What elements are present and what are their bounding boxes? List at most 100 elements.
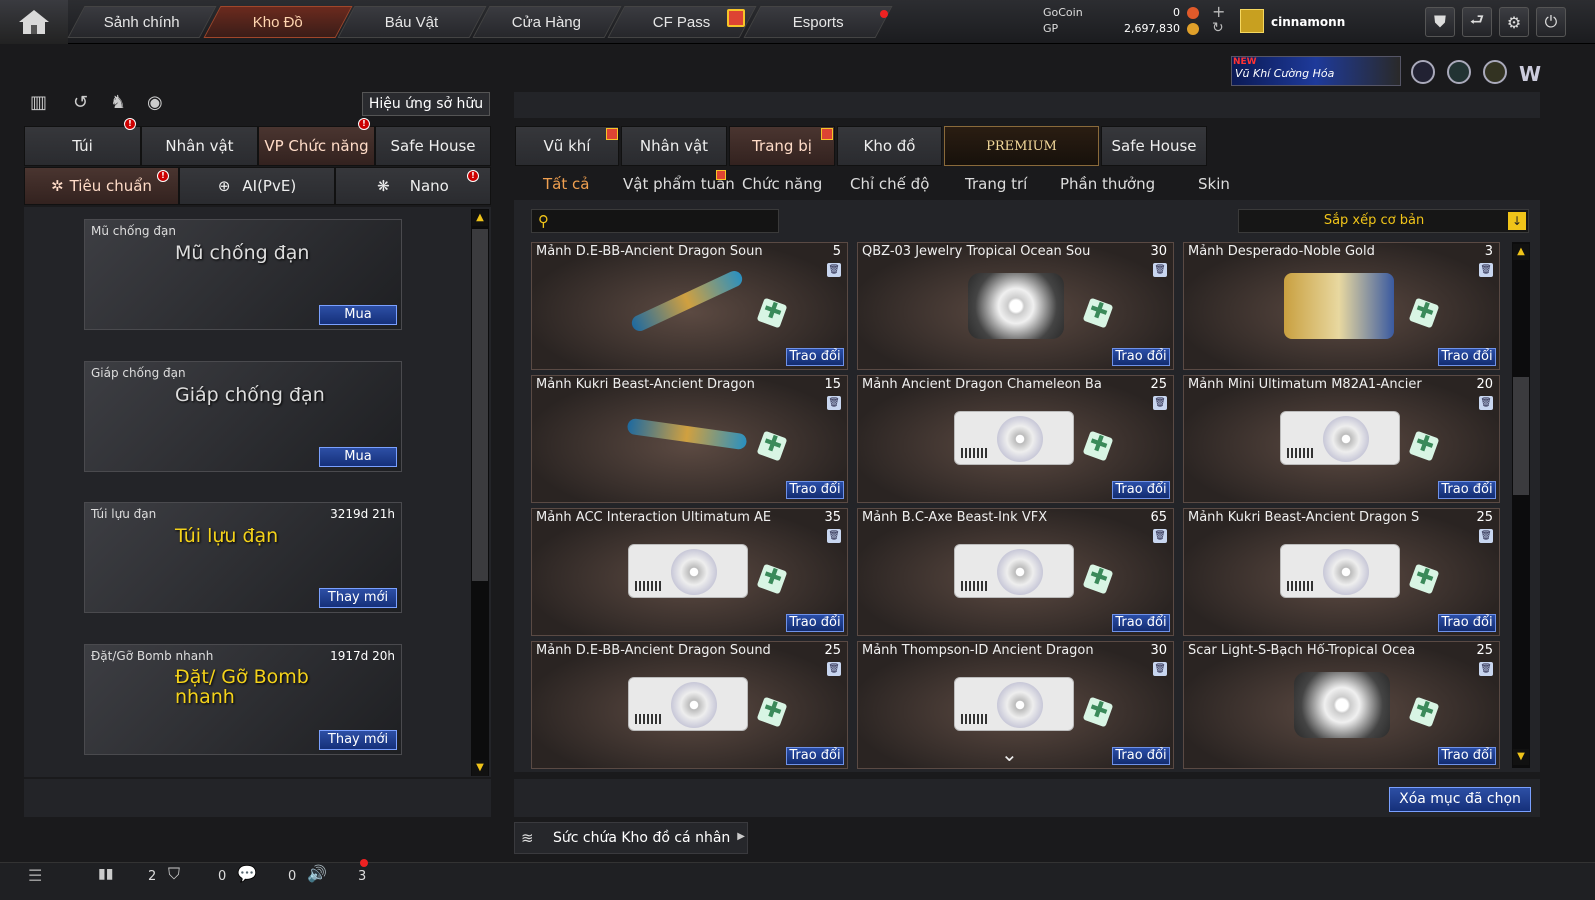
subtab-skin[interactable]: Skin bbox=[1198, 175, 1230, 193]
item-card[interactable]: Mảnh B.C-Axe Beast-Ink VFX 65 🗑 ✚ Trao đổi bbox=[857, 508, 1174, 636]
list-item[interactable]: Mũ chống đạn Mũ chống đạn Mua bbox=[84, 219, 402, 330]
trash-icon[interactable]: 🗑 bbox=[1153, 396, 1167, 410]
nav-esports[interactable]: Esports bbox=[743, 6, 893, 38]
subtab-functional[interactable]: Chức năng bbox=[742, 175, 822, 193]
menu-icon[interactable]: ☰ bbox=[28, 866, 42, 885]
character-icon[interactable]: ♞ bbox=[110, 92, 132, 114]
nav-inventory[interactable]: Kho Đồ bbox=[203, 6, 353, 38]
home-button[interactable] bbox=[0, 0, 68, 44]
subtab-all[interactable]: Tất cả bbox=[543, 175, 589, 193]
chevron-down-icon[interactable]: ⌄ bbox=[1001, 742, 1018, 766]
item-card[interactable]: QBZ-03 Jewelry Tropical Ocean Sou 30 🗑 ✚ Tra… bbox=[857, 242, 1174, 370]
claw-icon[interactable] bbox=[1483, 60, 1507, 84]
trade-button[interactable]: Trao đổi bbox=[786, 614, 844, 632]
nav-treasure[interactable]: Báu Vật bbox=[337, 6, 487, 38]
history-icon[interactable]: ↺ bbox=[73, 92, 95, 114]
scroll-up-icon[interactable]: ▲ bbox=[1513, 244, 1529, 260]
trash-icon[interactable]: 🗑 bbox=[1153, 529, 1167, 543]
scroll-up-icon[interactable]: ▲ bbox=[472, 210, 488, 226]
tab-characters[interactable]: Nhân vật bbox=[621, 126, 727, 166]
trash-icon[interactable]: 🗑 bbox=[827, 263, 841, 277]
trade-button[interactable]: Trao đổi bbox=[786, 747, 844, 765]
item-card[interactable]: Mảnh Desperado-Noble Gold 3 🗑 ✚ Trao đổi bbox=[1183, 242, 1500, 370]
globe-icon[interactable] bbox=[1447, 60, 1471, 84]
friends-icon[interactable]: ▮▮ bbox=[98, 866, 113, 882]
item-card[interactable]: Mảnh Kukri Beast-Ancient Dragon 15 🗑 ✚ Trao … bbox=[531, 375, 848, 503]
tab-functional-items[interactable]: VP Chức năng bbox=[258, 126, 375, 166]
right-scrollbar[interactable] bbox=[1512, 242, 1530, 768]
subtab-decoration[interactable]: Trang trí bbox=[965, 175, 1027, 193]
scroll-down-icon[interactable]: ▼ bbox=[472, 760, 488, 776]
trade-button[interactable]: Trao đổi bbox=[1112, 614, 1170, 632]
tab-character[interactable]: Nhân vật bbox=[141, 126, 258, 166]
trash-icon[interactable]: 🗑 bbox=[1153, 662, 1167, 676]
buy-button[interactable]: Mua bbox=[319, 305, 397, 325]
owned-effects-button[interactable]: Hiệu ứng sở hữu bbox=[362, 92, 490, 116]
clan-shield-icon[interactable]: ⛉ bbox=[168, 864, 180, 884]
refresh-icon[interactable]: ↻ bbox=[1212, 20, 1224, 36]
chat-icon[interactable]: 💬 bbox=[237, 864, 257, 883]
renew-button[interactable]: Thay mới bbox=[319, 588, 397, 608]
item-card[interactable]: Mảnh Mini Ultimatum M82A1-Ancier 20 🗑 ✚ Trao… bbox=[1183, 375, 1500, 503]
list-item[interactable]: Đặt/Gỡ Bomb nhanh 1917d 20h Đặt/ Gỡ Bomb… bbox=[84, 644, 402, 755]
trash-icon[interactable]: 🗑 bbox=[827, 529, 841, 543]
sort-dropdown[interactable]: Sắp xếp cơ bản ↓ bbox=[1238, 209, 1529, 233]
subtab-rewards[interactable]: Phần thưởng bbox=[1060, 175, 1155, 193]
subtab-mode-only[interactable]: Chỉ chế độ bbox=[850, 175, 929, 193]
left-scrollbar[interactable] bbox=[471, 209, 489, 776]
tab-premium[interactable]: PREMIUM bbox=[944, 126, 1099, 166]
tab-weapons[interactable]: Vũ khí bbox=[515, 126, 619, 166]
trash-icon[interactable]: 🗑 bbox=[827, 396, 841, 410]
add-currency-icon[interactable]: + bbox=[1212, 2, 1225, 21]
tab-safe-house[interactable]: Safe House bbox=[375, 126, 491, 166]
trash-icon[interactable]: 🗑 bbox=[1479, 662, 1493, 676]
trade-button[interactable]: Trao đổi bbox=[1438, 481, 1496, 499]
power-icon[interactable]: ⏻ bbox=[1536, 7, 1566, 37]
trade-button[interactable]: Trao đổi bbox=[1112, 481, 1170, 499]
renew-button[interactable]: Thay mới bbox=[319, 730, 397, 750]
nav-shop[interactable]: Cửa Hàng bbox=[472, 6, 622, 38]
trash-icon[interactable]: 🗑 bbox=[1479, 396, 1493, 410]
search-input[interactable]: ⚲ bbox=[531, 209, 779, 233]
trash-icon[interactable]: 🗑 bbox=[1153, 263, 1167, 277]
tab-storage[interactable]: Kho đồ bbox=[837, 126, 942, 166]
trade-button[interactable]: Trao đổi bbox=[1112, 348, 1170, 366]
buy-button[interactable]: Mua bbox=[319, 447, 397, 467]
mode-standard[interactable]: ✲ Tiêu chuẩn bbox=[24, 167, 179, 205]
mode-pve[interactable]: ⊕ AI(PvE) bbox=[179, 167, 335, 205]
item-card[interactable]: Mảnh Ancient Dragon Chameleon Ba 25 🗑 ✚ Trao… bbox=[857, 375, 1174, 503]
trade-button[interactable]: Trao đổi bbox=[786, 481, 844, 499]
nav-lobby[interactable]: Sảnh chính bbox=[67, 6, 217, 38]
promo-banner[interactable]: NEW Vũ Khí Cường Hóa bbox=[1231, 56, 1401, 86]
trade-button[interactable]: Trao đổi bbox=[786, 348, 844, 366]
badge-v-icon[interactable] bbox=[1411, 60, 1435, 84]
shield-icon[interactable]: ⛊ bbox=[1425, 7, 1455, 37]
item-card[interactable]: Mảnh D.E-BB-Ancient Dragon Sound 25 🗑 ✚ Trao… bbox=[531, 641, 848, 769]
trash-icon[interactable]: 🗑 bbox=[827, 662, 841, 676]
scroll-down-icon[interactable]: ▼ bbox=[1513, 749, 1529, 765]
avatar[interactable] bbox=[1240, 9, 1264, 33]
list-item[interactable]: Túi lựu đạn 3219d 21h Túi lựu đạn Thay m… bbox=[84, 502, 402, 613]
trade-button[interactable]: Trao đổi bbox=[1438, 614, 1496, 632]
tab-safe-house-right[interactable]: Safe House bbox=[1101, 126, 1207, 166]
tab-equipment[interactable]: Trang bị bbox=[729, 126, 835, 166]
item-card[interactable]: Scar Light-S-Bạch Hổ-Tropical Ocea 25 🗑 ✚ Tr… bbox=[1183, 641, 1500, 769]
trash-icon[interactable]: 🗑 bbox=[1479, 529, 1493, 543]
item-card[interactable]: Mảnh Kukri Beast-Ancient Dragon S 25 🗑 ✚ Tra… bbox=[1183, 508, 1500, 636]
building-icon[interactable]: ▥ bbox=[30, 92, 52, 114]
gear-icon[interactable]: ⚙ bbox=[1499, 7, 1529, 37]
tab-bag[interactable]: Túi bbox=[24, 126, 141, 166]
trade-button[interactable]: Trao đổi bbox=[1438, 348, 1496, 366]
exit-arrow-icon[interactable]: ⮐ bbox=[1462, 7, 1492, 37]
trade-button[interactable]: Trao đổi bbox=[1438, 747, 1496, 765]
mouse-icon[interactable]: ◉ bbox=[147, 92, 169, 114]
trash-icon[interactable]: 🗑 bbox=[1479, 263, 1493, 277]
w-logo-icon[interactable]: W bbox=[1519, 62, 1541, 86]
item-card[interactable]: Mảnh ACC Interaction Ultimatum AE 35 🗑 ✚ Tra… bbox=[531, 508, 848, 636]
capacity-bar[interactable]: ≋ Sức chứa Kho đồ cá nhân ▶ bbox=[514, 822, 748, 854]
trade-button[interactable]: Trao đổi bbox=[1112, 747, 1170, 765]
list-item[interactable]: Giáp chống đạn Giáp chống đạn Mua bbox=[84, 361, 402, 472]
speaker-icon[interactable]: 🔊 bbox=[307, 864, 327, 883]
item-card[interactable]: Mảnh D.E-BB-Ancient Dragon Soun 5 🗑 ✚ Trao đ… bbox=[531, 242, 848, 370]
delete-selected-button[interactable]: Xóa mục đã chọn bbox=[1389, 787, 1531, 812]
